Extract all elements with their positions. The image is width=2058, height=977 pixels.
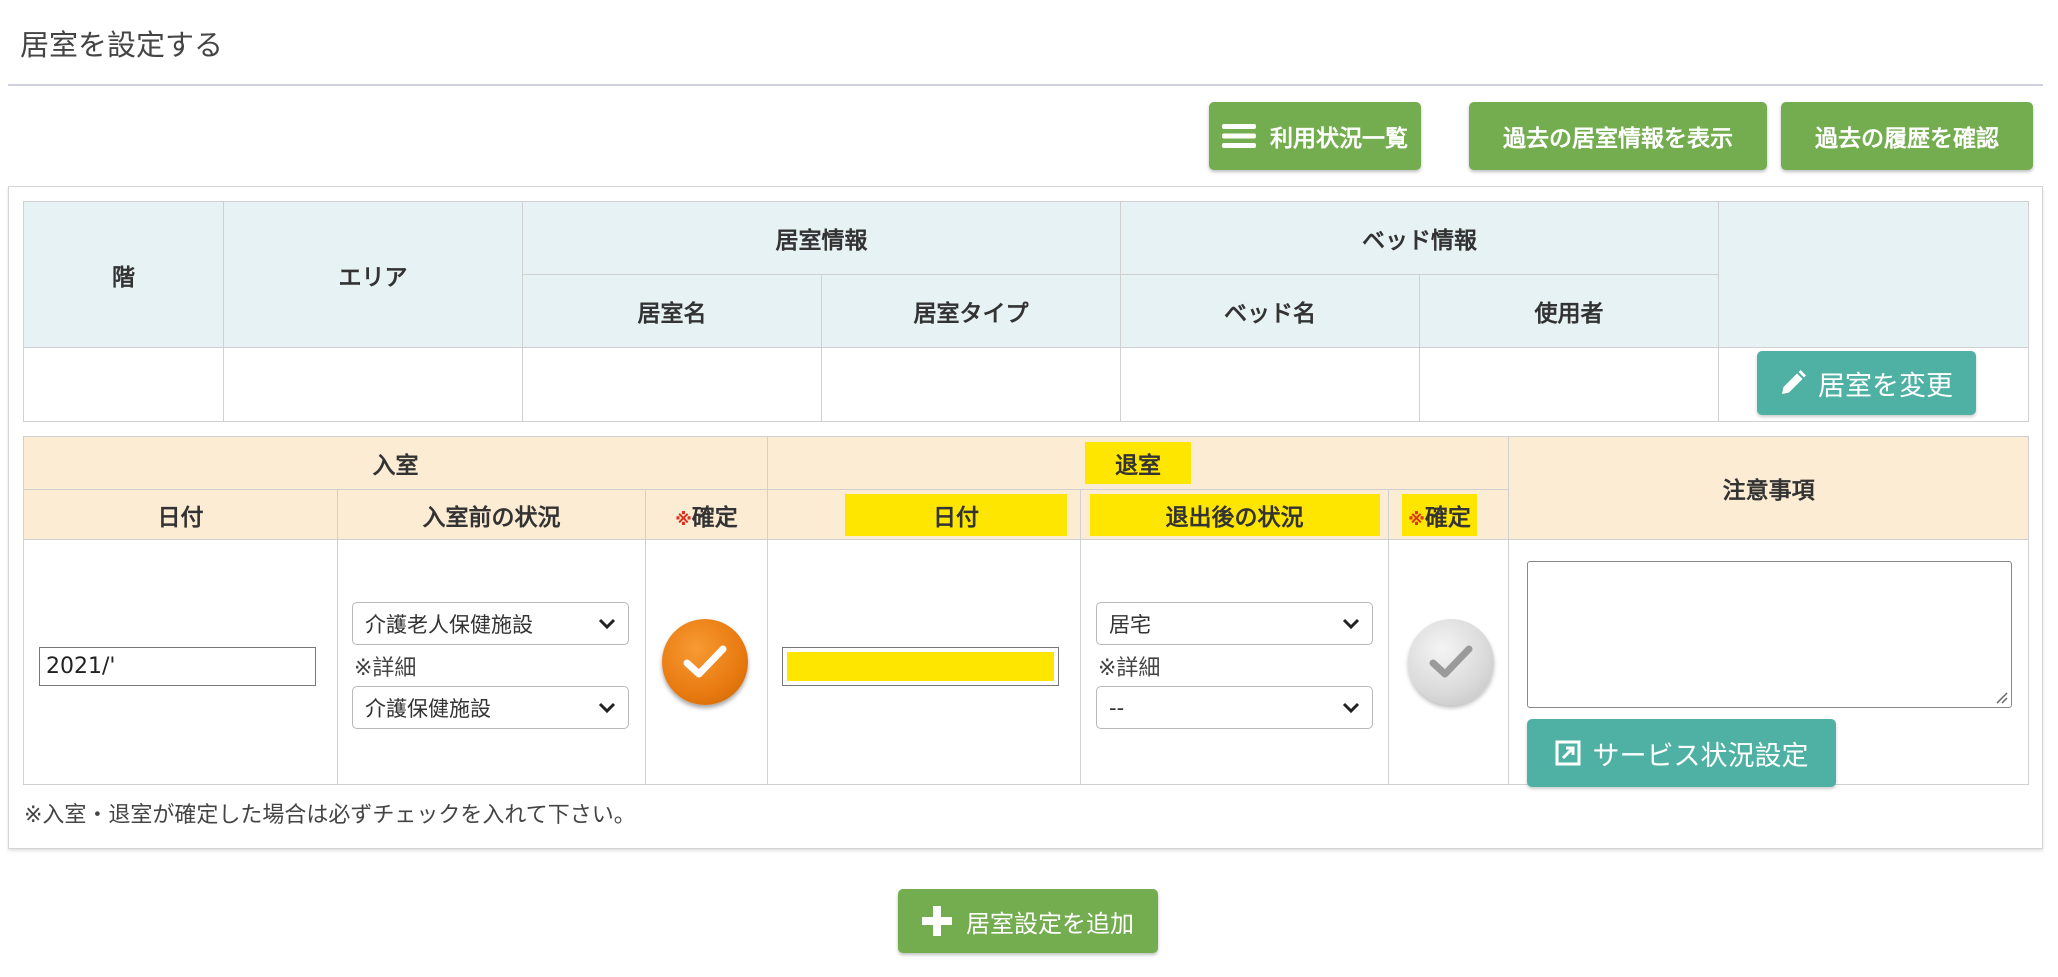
discharge-date-input[interactable] <box>782 647 1059 686</box>
admission-confirm-checkbox[interactable] <box>662 619 748 705</box>
pencil-icon <box>1780 370 1806 396</box>
before-status-header: 入室前の状況 <box>337 489 646 540</box>
plus-icon <box>922 906 952 936</box>
user-header: 使用者 <box>1419 274 1719 348</box>
admission-date-header: 日付 <box>23 489 338 540</box>
discharge-confirm-checkbox[interactable] <box>1408 619 1494 705</box>
before-detail-label: ※詳細 <box>354 656 417 681</box>
after-status-label: 退出後の状況 <box>1089 493 1380 536</box>
admission-confirm-header: ※確定 <box>644 489 769 540</box>
past-room-info-label: 過去の居室情報を表示 <box>1503 126 1733 152</box>
room-name-cell <box>522 347 822 422</box>
check-icon <box>683 645 727 678</box>
room-table: 階 エリア 居室情報 ベッド情報 居室名 居室タイプ ベッド名 使用者 <box>23 201 2029 422</box>
discharge-date-label: 日付 <box>845 493 1068 536</box>
required-mark: ※ <box>675 509 692 530</box>
chevron-down-icon <box>1342 618 1360 630</box>
discharge-header: 退室 <box>767 436 1510 490</box>
add-room-setting-button[interactable]: 居室設定を追加 <box>898 889 1158 953</box>
resize-handle-icon[interactable] <box>1994 690 2008 704</box>
service-status-button[interactable]: サービス状況設定 <box>1527 719 1836 787</box>
notes-header: 注意事項 <box>1508 436 2030 540</box>
room-name-header: 居室名 <box>522 274 822 348</box>
page-title: 居室を設定する <box>20 28 224 62</box>
title-divider <box>8 84 2043 86</box>
chevron-down-icon <box>598 702 616 714</box>
discharge-date-header: 日付 <box>767 489 1082 540</box>
admission-date-input[interactable]: 2021/' <box>39 647 316 686</box>
user-cell <box>1419 347 1719 422</box>
bed-name-cell <box>1120 347 1420 422</box>
admission-header: 入室 <box>22 436 769 490</box>
discharge-header-label: 退室 <box>1085 442 1192 484</box>
room-info-header: 居室情報 <box>522 201 1121 275</box>
check-icon <box>1429 645 1473 678</box>
after-status-header: 退出後の状況 <box>1080 489 1390 540</box>
required-mark: ※ <box>1408 509 1425 530</box>
external-window-icon <box>1555 740 1581 766</box>
floor-header: 階 <box>23 201 224 348</box>
after-status-select[interactable]: 居宅 <box>1096 602 1373 645</box>
before-detail-value: 介護保健施設 <box>365 696 491 721</box>
bed-info-header: ベッド情報 <box>1120 201 1719 275</box>
action-header <box>1718 201 2029 348</box>
discharge-confirm-header: ※確定 <box>1388 489 1510 540</box>
chevron-down-icon <box>1342 702 1360 714</box>
before-status-value: 介護老人保健施設 <box>365 612 533 637</box>
change-room-label: 居室を変更 <box>1818 370 1953 402</box>
chevron-down-icon <box>598 618 616 630</box>
past-history-button[interactable]: 過去の履歴を確認 <box>1781 102 2033 170</box>
discharge-date-highlight <box>787 652 1054 681</box>
after-detail-value: -- <box>1109 695 1125 720</box>
add-room-setting-label: 居室設定を追加 <box>966 909 1134 938</box>
after-detail-label: ※詳細 <box>1098 656 1161 681</box>
room-type-cell <box>821 347 1121 422</box>
past-room-info-button[interactable]: 過去の居室情報を表示 <box>1469 102 1767 170</box>
service-status-label: サービス状況設定 <box>1592 740 1809 772</box>
usage-list-label: 利用状況一覧 <box>1270 126 1408 152</box>
floor-cell <box>23 347 224 422</box>
after-detail-select[interactable]: -- <box>1096 686 1373 729</box>
area-header: エリア <box>223 201 523 348</box>
room-type-header: 居室タイプ <box>821 274 1121 348</box>
confirm-label: 確定 <box>691 504 738 531</box>
change-room-button[interactable]: 居室を変更 <box>1757 351 1976 415</box>
confirm-note: ※入室・退室が確定した場合は必ずチェックを入れて下さい。 <box>24 803 636 828</box>
notes-textarea[interactable] <box>1527 561 2012 708</box>
after-status-value: 居宅 <box>1109 612 1151 637</box>
before-status-select[interactable]: 介護老人保健施設 <box>352 602 629 645</box>
past-history-label: 過去の履歴を確認 <box>1815 126 1999 152</box>
before-detail-select[interactable]: 介護保健施設 <box>352 686 629 729</box>
bed-name-header: ベッド名 <box>1120 274 1420 348</box>
list-icon <box>1222 122 1256 150</box>
area-cell <box>223 347 523 422</box>
usage-list-button[interactable]: 利用状況一覧 <box>1209 102 1421 170</box>
discharge-confirm-label: ※確定 <box>1402 493 1477 536</box>
